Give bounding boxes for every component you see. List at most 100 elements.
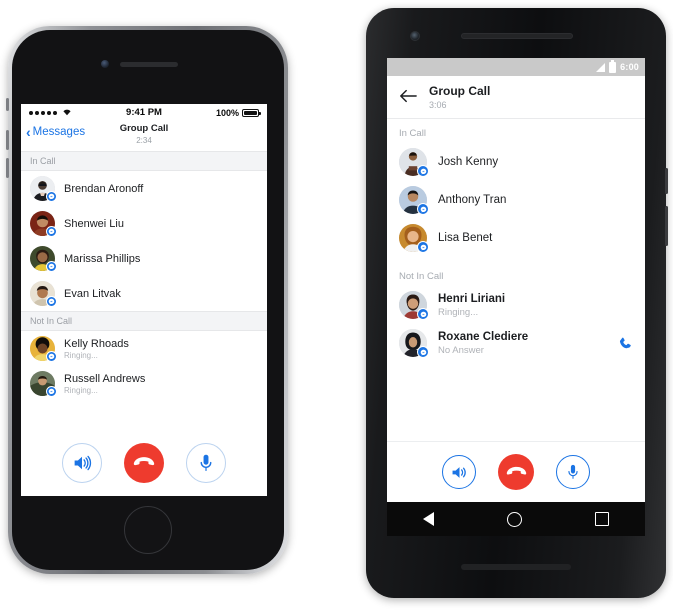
speaker-icon xyxy=(452,466,466,478)
contact-name: Josh Kenny xyxy=(438,155,499,168)
list-item[interactable]: Henri Liriani Ringing... xyxy=(387,286,645,324)
list-item[interactable]: Brendan Aronoff xyxy=(21,171,267,206)
list-item[interactable]: Kelly Rhoads Ringing... xyxy=(21,331,267,366)
contact-name: Kelly Rhoads xyxy=(64,337,129,350)
triangle-back-icon[interactable] xyxy=(423,512,435,526)
ios-title-block: Group Call 2:34 xyxy=(21,123,267,146)
front-camera-icon xyxy=(101,60,109,68)
square-recents-icon[interactable] xyxy=(594,512,609,526)
list-item-text: Shenwei Liu xyxy=(64,217,258,231)
battery-percent-label: 100% xyxy=(215,107,239,118)
iphone-volume-up-button[interactable] xyxy=(6,130,9,150)
contact-name: Marissa Phillips xyxy=(64,252,141,265)
circle-home-icon[interactable] xyxy=(506,511,522,527)
contact-name: Russell Andrews xyxy=(64,372,146,385)
android-screen: 6:00 Group Call 3:06 In Call Josh Kenny … xyxy=(387,58,645,536)
speaker-button[interactable] xyxy=(62,443,102,483)
section-header-in-call: In Call xyxy=(21,151,267,171)
iphone-screen: 9:41 PM 100% ‹ Messages Group Call 2:34 xyxy=(21,104,267,496)
contact-name: Anthony Tran xyxy=(438,193,507,206)
contact-status: Ringing... xyxy=(64,350,98,360)
list-item[interactable]: Anthony Tran xyxy=(387,181,645,219)
list-item[interactable]: Lisa Benet xyxy=(387,219,645,257)
microphone-icon xyxy=(200,454,212,471)
iphone-volume-down-button[interactable] xyxy=(6,158,9,178)
contact-name: Henri Liriani xyxy=(438,292,506,305)
list-item-text: Lisa Benet xyxy=(438,231,633,246)
android-volume-button[interactable] xyxy=(665,206,668,246)
android-participant-list: In Call Josh Kenny Anthony Tran Lisa Ben… xyxy=(387,119,645,362)
bottom-speaker-grille xyxy=(461,564,571,570)
page-title: Group Call xyxy=(429,83,491,98)
phone-call-icon[interactable] xyxy=(618,336,633,351)
messenger-badge-icon xyxy=(417,308,429,320)
android-call-controls xyxy=(387,441,645,502)
avatar xyxy=(30,246,57,272)
signal-icon xyxy=(596,62,606,72)
list-item-text: Evan Litvak xyxy=(64,287,258,301)
speaker-icon xyxy=(74,455,92,471)
ios-status-bar: 9:41 PM 100% xyxy=(21,104,267,121)
contact-name: Brendan Aronoff xyxy=(64,182,144,195)
screenshot-canvas: 9:41 PM 100% ‹ Messages Group Call 2:34 xyxy=(0,0,673,614)
messenger-badge-icon xyxy=(46,261,57,272)
iphone-mute-switch[interactable] xyxy=(6,98,9,111)
list-item[interactable]: Josh Kenny xyxy=(387,143,645,181)
phone-hangup-icon xyxy=(506,466,526,475)
section-header-in-call: In Call xyxy=(387,119,645,143)
page-title: Group Call xyxy=(119,123,169,134)
android-app-bar: Group Call 3:06 xyxy=(387,76,645,119)
iphone-device: 9:41 PM 100% ‹ Messages Group Call 2:34 xyxy=(6,26,288,574)
phone-hangup-icon xyxy=(133,457,155,466)
list-item[interactable]: Shenwei Liu xyxy=(21,206,267,241)
android-power-button[interactable] xyxy=(665,168,668,194)
messenger-badge-icon xyxy=(46,386,57,397)
microphone-button[interactable] xyxy=(556,455,590,489)
list-item[interactable]: Evan Litvak xyxy=(21,276,267,311)
hang-up-button[interactable] xyxy=(498,454,534,490)
contact-name: Shenwei Liu xyxy=(64,217,124,230)
avatar xyxy=(399,224,429,253)
avatar xyxy=(30,336,57,362)
ios-call-controls xyxy=(21,430,267,496)
battery-icon xyxy=(609,59,617,73)
messenger-badge-icon xyxy=(417,165,429,177)
android-clock: 6:00 xyxy=(620,62,639,72)
android-status-bar: 6:00 xyxy=(387,58,645,76)
android-title-block: Group Call 3:06 xyxy=(429,84,490,111)
list-item-text: Henri Liriani Ringing... xyxy=(438,292,633,319)
list-item-text: Josh Kenny xyxy=(438,155,633,170)
list-item-text: Kelly Rhoads Ringing... xyxy=(64,337,258,361)
contact-status: Ringing... xyxy=(438,306,479,318)
front-camera-icon xyxy=(410,31,420,41)
earpiece-speaker xyxy=(120,62,178,67)
messenger-badge-icon xyxy=(46,226,57,237)
avatar xyxy=(399,186,429,215)
microphone-button[interactable] xyxy=(186,443,226,483)
list-item[interactable]: Marissa Phillips xyxy=(21,241,267,276)
avatar xyxy=(399,329,429,358)
list-item-text: Russell Andrews Ringing... xyxy=(64,372,258,396)
ios-participant-list: In Call Brendan Aronoff Shenwei Liu Mari… xyxy=(21,151,267,401)
microphone-icon xyxy=(568,464,578,479)
avatar xyxy=(399,291,429,320)
avatar xyxy=(30,281,57,307)
messenger-badge-icon xyxy=(417,241,429,253)
call-timer: 2:34 xyxy=(136,136,152,145)
messenger-badge-icon xyxy=(46,296,57,307)
hang-up-button[interactable] xyxy=(124,443,164,483)
avatar xyxy=(30,211,57,237)
contact-status: No Answer xyxy=(438,344,484,356)
contact-name: Roxane Clediere xyxy=(438,330,529,343)
list-item[interactable]: Roxane Clediere No Answer xyxy=(387,324,645,362)
messenger-badge-icon xyxy=(417,346,429,358)
home-button[interactable] xyxy=(124,506,172,554)
ios-status-right: 100% xyxy=(215,107,261,118)
arrow-left-icon[interactable] xyxy=(399,89,421,106)
list-item-text: Roxane Clediere No Answer xyxy=(438,330,618,357)
list-item[interactable]: Russell Andrews Ringing... xyxy=(21,366,267,401)
speaker-button[interactable] xyxy=(442,455,476,489)
messenger-badge-icon xyxy=(46,351,57,362)
list-item-text: Anthony Tran xyxy=(438,193,633,208)
avatar xyxy=(399,148,429,177)
